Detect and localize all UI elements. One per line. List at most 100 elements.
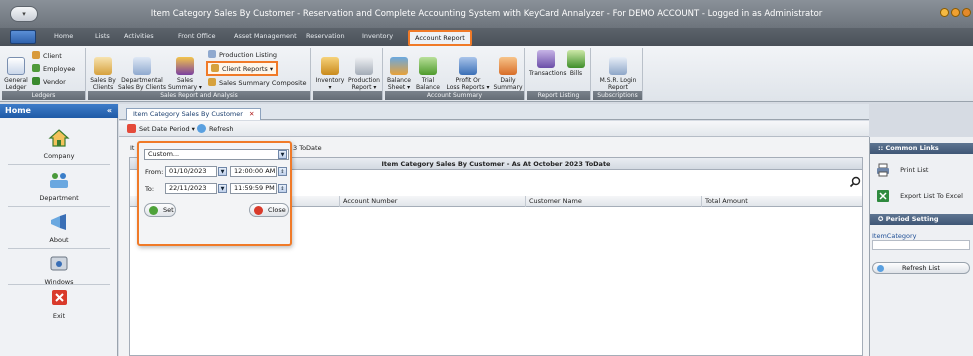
- column-customer-name[interactable]: Customer Name: [525, 196, 701, 207]
- department-icon: [50, 173, 68, 188]
- tab-activities[interactable]: Activities: [124, 32, 154, 40]
- document-tab[interactable]: Item Category Sales By Customer ✕: [126, 108, 262, 120]
- item-category-label: ItemCategory: [872, 232, 917, 240]
- sales-summary-button[interactable]: Sales Summary ▾: [168, 50, 202, 91]
- nav-divider: [8, 164, 110, 165]
- employee-button[interactable]: Employee: [32, 64, 75, 73]
- tab-lists[interactable]: Lists: [95, 32, 110, 40]
- msr-login-report-button[interactable]: M.S.R. Login Report: [595, 50, 641, 91]
- bills-button[interactable]: Bills: [565, 50, 587, 77]
- general-ledger-button[interactable]: General Ledger: [4, 50, 28, 91]
- nav-item-about[interactable]: About: [0, 212, 118, 244]
- nav-item-windows[interactable]: Windows: [0, 254, 118, 286]
- set-date-period-button[interactable]: Set Date Period ▾: [127, 124, 195, 133]
- file-tab[interactable]: [10, 30, 36, 44]
- close-button[interactable]: Close: [249, 203, 289, 217]
- departmental-sales-button[interactable]: Departmental Sales By Clients: [118, 50, 166, 91]
- collapse-icon[interactable]: «: [107, 104, 112, 118]
- item-category-field[interactable]: [872, 240, 970, 250]
- to-date-field[interactable]: 22/11/2023: [165, 183, 217, 194]
- profit-loss-icon: [459, 57, 477, 75]
- sales-by-clients-button[interactable]: Sales By Clients: [90, 50, 116, 91]
- profit-or-loss-button[interactable]: Profit Or Loss Reports ▾: [444, 50, 492, 91]
- inventory-icon: [321, 57, 339, 75]
- refresh-list-button[interactable]: Refresh List: [872, 262, 970, 274]
- tab-inventory[interactable]: Inventory: [362, 32, 393, 40]
- column-total-amount[interactable]: Total Amount: [701, 196, 862, 207]
- partial-period-label: It: [130, 144, 135, 152]
- ribbon: General Ledger Client Employee Vendor Le…: [0, 46, 973, 102]
- window-title: Item Category Sales By Customer - Reserv…: [150, 9, 823, 19]
- period-preset-select[interactable]: Custom...: [144, 149, 289, 160]
- employee-icon: [32, 64, 40, 72]
- group-label-account-summary: Account Summary: [385, 91, 524, 100]
- set-button[interactable]: Set: [144, 203, 176, 217]
- departmental-icon: [133, 57, 151, 75]
- group-label-inventory: [313, 91, 382, 100]
- group-subscriptions: M.S.R. Login Report Subscriptions: [593, 48, 643, 100]
- megaphone-icon: [51, 214, 66, 230]
- search-icon[interactable]: [849, 176, 861, 188]
- sales-summary-composite-button[interactable]: Sales Summary Composite: [208, 78, 307, 87]
- chevron-down-icon[interactable]: ▼: [218, 167, 227, 176]
- vendor-icon: [32, 77, 40, 85]
- inventory-button[interactable]: Inventory ▾: [315, 50, 345, 91]
- transactions-icon: [537, 50, 555, 68]
- tab-home[interactable]: Home: [54, 32, 73, 40]
- refresh-icon: [877, 265, 884, 272]
- trial-balance-icon: [419, 57, 437, 75]
- export-excel-link[interactable]: Export List To Excel: [876, 189, 963, 203]
- vendor-button[interactable]: Vendor: [32, 77, 66, 86]
- close-icon: [254, 206, 263, 215]
- tab-account-report[interactable]: Account Report: [408, 30, 472, 46]
- left-nav-panel: Home « Company Department About Windows …: [0, 104, 118, 356]
- nav-item-company[interactable]: Company: [0, 128, 118, 160]
- client-button[interactable]: Client: [32, 51, 62, 60]
- bills-icon: [567, 50, 585, 68]
- group-label-subscriptions: Subscriptions: [593, 91, 642, 100]
- column-account-number[interactable]: Account Number: [339, 196, 525, 207]
- group-label-report-listing: Report Listing: [527, 91, 590, 100]
- transactions-button[interactable]: Transactions: [529, 50, 566, 77]
- production-listing-button[interactable]: Production Listing: [208, 50, 277, 59]
- nav-divider: [8, 206, 110, 207]
- ledger-icon: [7, 57, 25, 75]
- printer-icon: [877, 163, 889, 177]
- tab-reservation[interactable]: Reservation: [306, 32, 345, 40]
- production-report-icon: [355, 57, 373, 75]
- tab-front-office[interactable]: Front Office: [178, 32, 215, 40]
- maximize-icon[interactable]: [951, 8, 960, 17]
- close-window-icon[interactable]: [962, 8, 971, 17]
- chevron-down-icon[interactable]: ▼: [218, 184, 227, 193]
- daily-summary-button[interactable]: Daily Summary: [493, 50, 523, 91]
- minimize-icon[interactable]: [940, 8, 949, 17]
- spin-icon[interactable]: ⇕: [278, 184, 287, 193]
- group-inventory: Inventory ▾ Production Report ▾: [313, 48, 383, 100]
- refresh-button[interactable]: Refresh: [197, 124, 234, 133]
- house-icon: [48, 129, 70, 147]
- spin-icon[interactable]: ⇕: [278, 167, 287, 176]
- group-label-sales: Sales Report and Analysis: [88, 91, 310, 100]
- print-list-link[interactable]: Print List: [876, 163, 928, 177]
- balance-sheet-button[interactable]: Balance Sheet ▾: [386, 50, 412, 91]
- to-time-field[interactable]: 11:59:59 PM: [230, 183, 277, 194]
- ribbon-tab-row: Home Lists Activities Front Office Asset…: [0, 28, 973, 46]
- nav-item-department[interactable]: Department: [0, 170, 118, 202]
- from-time-field[interactable]: 12:00:00 AM: [230, 166, 277, 177]
- common-links-header: :: Common Links: [870, 143, 973, 154]
- tab-asset-management[interactable]: Asset Management: [234, 32, 297, 40]
- to-label: To:: [145, 185, 155, 193]
- check-icon: [149, 206, 158, 215]
- production-listing-icon: [208, 50, 216, 58]
- chevron-down-icon[interactable]: ▼: [278, 150, 287, 159]
- from-date-field[interactable]: 01/10/2023: [165, 166, 217, 177]
- msr-login-icon: [609, 57, 627, 75]
- client-reports-icon: [211, 64, 219, 72]
- production-report-button[interactable]: Production Report ▾: [347, 50, 381, 91]
- client-reports-button[interactable]: Client Reports ▾: [206, 61, 279, 76]
- windows-icon: [50, 256, 68, 271]
- sales-summary-icon: [176, 57, 194, 75]
- nav-item-exit[interactable]: Exit: [0, 288, 118, 320]
- title-bar: ▾ Item Category Sales By Customer - Rese…: [0, 0, 973, 28]
- close-tab-icon[interactable]: ✕: [249, 110, 254, 118]
